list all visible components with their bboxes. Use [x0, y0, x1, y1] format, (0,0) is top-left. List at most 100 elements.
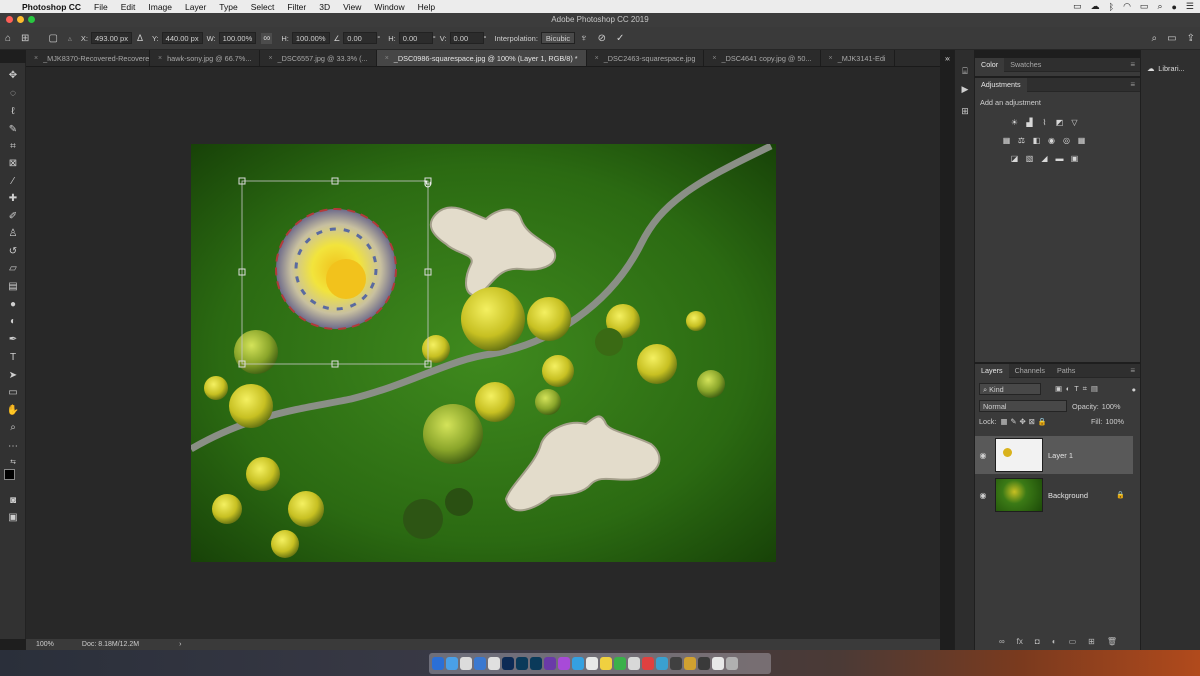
layer-row-background[interactable]: ◉ Background 🔒: [975, 476, 1133, 514]
menu-select[interactable]: Select: [251, 2, 275, 12]
creative-cloud-icon[interactable]: ☁: [1091, 1, 1100, 12]
wifi-icon[interactable]: ◠: [1123, 1, 1131, 12]
tab-doc-3[interactable]: × _DSC6557.jpg @ 33.3% (...: [260, 50, 377, 66]
tab-channels[interactable]: Channels: [1009, 364, 1051, 378]
zoom-level[interactable]: 100%: [36, 641, 54, 648]
menu-3d[interactable]: 3D: [319, 2, 330, 12]
quick-mask-icon[interactable]: ◙: [4, 493, 22, 509]
app-icon[interactable]: [684, 657, 696, 670]
menu-layer[interactable]: Layer: [185, 2, 206, 12]
collapse-icon[interactable]: «: [941, 50, 955, 67]
zoom-tool-icon[interactable]: ⌕: [4, 420, 22, 436]
exposure-icon[interactable]: ◩: [1054, 118, 1065, 128]
marquee-tool-icon[interactable]: ◌: [4, 86, 22, 102]
photo-filter-icon[interactable]: ◉: [1046, 136, 1057, 146]
app-icon[interactable]: [572, 657, 584, 670]
close-icon[interactable]: ×: [34, 50, 38, 66]
hue-saturation-icon[interactable]: ▦: [1001, 136, 1012, 146]
blur-tool-icon[interactable]: ●: [4, 297, 22, 313]
layer-name[interactable]: Background: [1048, 491, 1088, 500]
document-canvas[interactable]: ↻: [191, 144, 776, 562]
close-icon[interactable]: ×: [385, 50, 389, 66]
w-input[interactable]: 100.00%: [218, 32, 257, 44]
lock-icon[interactable]: 🔒: [1116, 491, 1125, 499]
tab-color[interactable]: Color: [975, 57, 1005, 72]
close-icon[interactable]: ×: [829, 50, 833, 66]
menu-edit[interactable]: Edit: [121, 2, 136, 12]
black-white-icon[interactable]: ◧: [1031, 136, 1042, 146]
visibility-icon[interactable]: ◉: [975, 491, 991, 500]
vibrance-icon[interactable]: ▽: [1069, 118, 1080, 128]
panel-menu-icon[interactable]: ≡: [1130, 80, 1140, 89]
color-lookup-icon[interactable]: ▦: [1076, 136, 1087, 146]
hskew-input[interactable]: 0.00: [398, 32, 433, 44]
tab-doc-2[interactable]: × hawk-sony.jpg @ 66.7%...: [150, 50, 261, 66]
hand-tool-icon[interactable]: ✋: [4, 403, 22, 419]
menu-help[interactable]: Help: [418, 2, 435, 12]
interpolation-select[interactable]: Bicubic: [540, 32, 576, 44]
gradient-map-icon[interactable]: ▬: [1054, 154, 1065, 164]
tab-adjustments[interactable]: Adjustments: [975, 77, 1027, 92]
golf-course-image[interactable]: ↻: [191, 144, 776, 562]
threshold-icon[interactable]: ◢: [1039, 154, 1050, 164]
new-group-icon[interactable]: ▭: [1069, 637, 1077, 646]
layer-row-layer-1[interactable]: ◉ Layer 1: [975, 436, 1133, 474]
screen-mode-icon[interactable]: ▣: [4, 510, 22, 526]
fx-icon[interactable]: fx: [1017, 637, 1023, 646]
levels-icon[interactable]: ▟: [1024, 118, 1035, 128]
layer-filter-select[interactable]: ⌕ Kind: [979, 383, 1041, 395]
brush-tool-icon[interactable]: ✐: [4, 209, 22, 225]
close-icon[interactable]: ×: [595, 50, 599, 66]
app-icon[interactable]: [474, 657, 486, 670]
status-arrow-icon[interactable]: ›: [179, 641, 181, 648]
tab-doc-1[interactable]: ×_MJK8370-Recovered-Recovered.JPG: [26, 50, 150, 66]
stamp-tool-icon[interactable]: ♙: [4, 226, 22, 242]
minimize-icon[interactable]: [17, 16, 24, 23]
bluetooth-icon[interactable]: ᛒ: [1109, 2, 1114, 12]
workspace-icon[interactable]: ▭: [1167, 33, 1176, 44]
menu-image[interactable]: Image: [148, 2, 172, 12]
tab-swatches[interactable]: Swatches: [1004, 58, 1047, 72]
more-tools-icon[interactable]: ⋯: [4, 439, 22, 455]
new-adjustment-icon[interactable]: ◐: [1052, 637, 1057, 646]
app-icon[interactable]: [544, 657, 556, 670]
tab-doc-4[interactable]: × _DSC0986-squarespace.jpg @ 100% (Layer …: [376, 50, 587, 66]
app-icon[interactable]: [656, 657, 668, 670]
app-icon[interactable]: [628, 657, 640, 670]
menu-filter[interactable]: Filter: [287, 2, 306, 12]
airplay-icon[interactable]: ▭: [1140, 1, 1149, 12]
selective-color-icon[interactable]: ▣: [1069, 154, 1080, 164]
history-brush-tool-icon[interactable]: ↺: [4, 244, 22, 260]
eyedropper-tool-icon[interactable]: ⁄: [4, 174, 22, 190]
delta-icon[interactable]: ▵: [68, 34, 72, 43]
app-icon[interactable]: [698, 657, 710, 670]
invert-icon[interactable]: ◪: [1009, 154, 1020, 164]
history-panel-icon[interactable]: ⌸: [959, 66, 971, 78]
link-icon[interactable]: ∞: [261, 32, 273, 44]
blend-mode-select[interactable]: Normal: [979, 400, 1067, 412]
panel-menu-icon[interactable]: ≡: [1130, 60, 1140, 69]
type-tool-icon[interactable]: T: [4, 350, 22, 366]
opacity-input[interactable]: 100%: [1102, 402, 1121, 411]
reference-point-icon[interactable]: ▢: [48, 33, 57, 44]
calendar-icon[interactable]: [586, 657, 598, 670]
tab-doc-7[interactable]: × _MJK3141-Edi: [821, 50, 895, 66]
curves-icon[interactable]: ⌇: [1039, 118, 1050, 128]
home-icon[interactable]: ⌂: [5, 33, 11, 44]
user-icon[interactable]: ●: [1171, 2, 1176, 12]
safari-icon[interactable]: [446, 657, 458, 670]
tab-doc-6[interactable]: × _DSC4641 copy.jpg @ 50...: [704, 50, 821, 66]
dodge-tool-icon[interactable]: ◐: [4, 314, 22, 330]
quick-select-tool-icon[interactable]: ✎: [4, 122, 22, 138]
layer-name[interactable]: Layer 1: [1048, 451, 1073, 460]
close-icon[interactable]: [6, 16, 13, 23]
finder-icon[interactable]: [432, 657, 444, 670]
libraries-button[interactable]: ☁ Librari...: [1147, 64, 1185, 73]
visibility-icon[interactable]: ◉: [975, 451, 991, 460]
layer-filter-icons[interactable]: ▣◐T⌗▤: [1055, 384, 1102, 394]
menu-file[interactable]: File: [94, 2, 108, 12]
actions-panel-icon[interactable]: ▶: [959, 84, 971, 96]
lightroom-classic-icon[interactable]: [516, 657, 528, 670]
menu-window[interactable]: Window: [374, 2, 404, 12]
pen-tool-icon[interactable]: ✒: [4, 332, 22, 348]
